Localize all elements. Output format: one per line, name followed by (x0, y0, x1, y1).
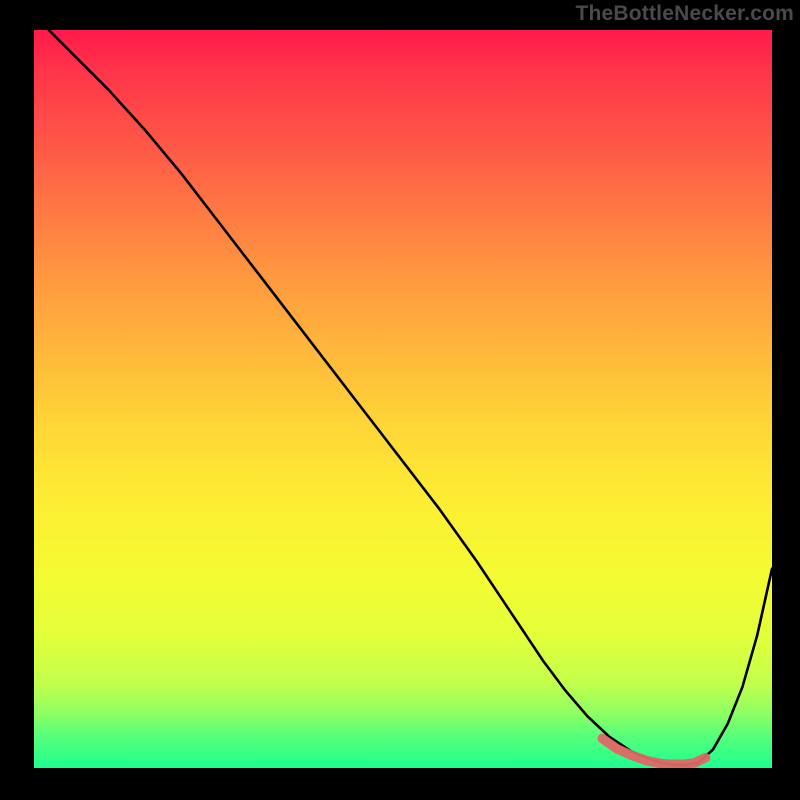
bottleneck-curve (49, 30, 772, 765)
watermark-text: TheBottleNecker.com (575, 2, 794, 26)
chart-stage: TheBottleNecker.com (0, 0, 800, 800)
chart-svg (34, 30, 772, 768)
